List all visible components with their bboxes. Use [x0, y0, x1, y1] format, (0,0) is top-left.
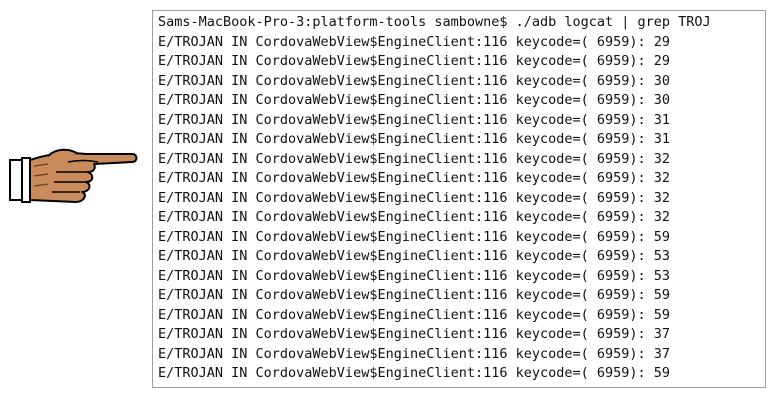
log-line: E/TROJAN IN CordovaWebView$EngineClient:…	[158, 287, 671, 303]
log-line: E/TROJAN IN CordovaWebView$EngineClient:…	[158, 228, 671, 245]
log-line: E/TROJAN IN CordovaWebView$EngineClient:…	[158, 53, 671, 69]
log-line: E/TROJAN IN CordovaWebView$EngineClient:…	[158, 306, 671, 323]
log-line: E/TROJAN IN CordovaWebView$EngineClient:…	[158, 170, 671, 186]
log-line: E/TROJAN IN CordovaWebView$EngineClient:…	[158, 365, 671, 381]
command-line: Sams-MacBook-Pro-3:platform-tools sambow…	[158, 14, 711, 30]
log-line: E/TROJAN IN CordovaWebView$EngineClient:…	[158, 326, 671, 342]
log-line: E/TROJAN IN CordovaWebView$EngineClient:…	[158, 267, 671, 284]
log-line: E/TROJAN IN CordovaWebView$EngineClient:…	[158, 150, 671, 167]
log-line: E/TROJAN IN CordovaWebView$EngineClient:…	[158, 92, 671, 108]
log-line: E/TROJAN IN CordovaWebView$EngineClient:…	[158, 72, 671, 89]
log-line: E/TROJAN IN CordovaWebView$EngineClient:…	[158, 111, 671, 128]
pointing-hand-icon	[8, 140, 138, 212]
log-line: E/TROJAN IN CordovaWebView$EngineClient:…	[158, 248, 671, 264]
log-line: E/TROJAN IN CordovaWebView$EngineClient:…	[158, 345, 671, 362]
input-line[interactable]	[158, 384, 765, 388]
log-line: E/TROJAN IN CordovaWebView$EngineClient:…	[158, 131, 671, 147]
terminal-window[interactable]: Sams-MacBook-Pro-3:platform-tools sambow…	[152, 10, 766, 388]
log-line: E/TROJAN IN CordovaWebView$EngineClient:…	[158, 189, 671, 206]
log-line: E/TROJAN IN CordovaWebView$EngineClient:…	[158, 33, 671, 50]
log-line: E/TROJAN IN CordovaWebView$EngineClient:…	[158, 209, 671, 225]
